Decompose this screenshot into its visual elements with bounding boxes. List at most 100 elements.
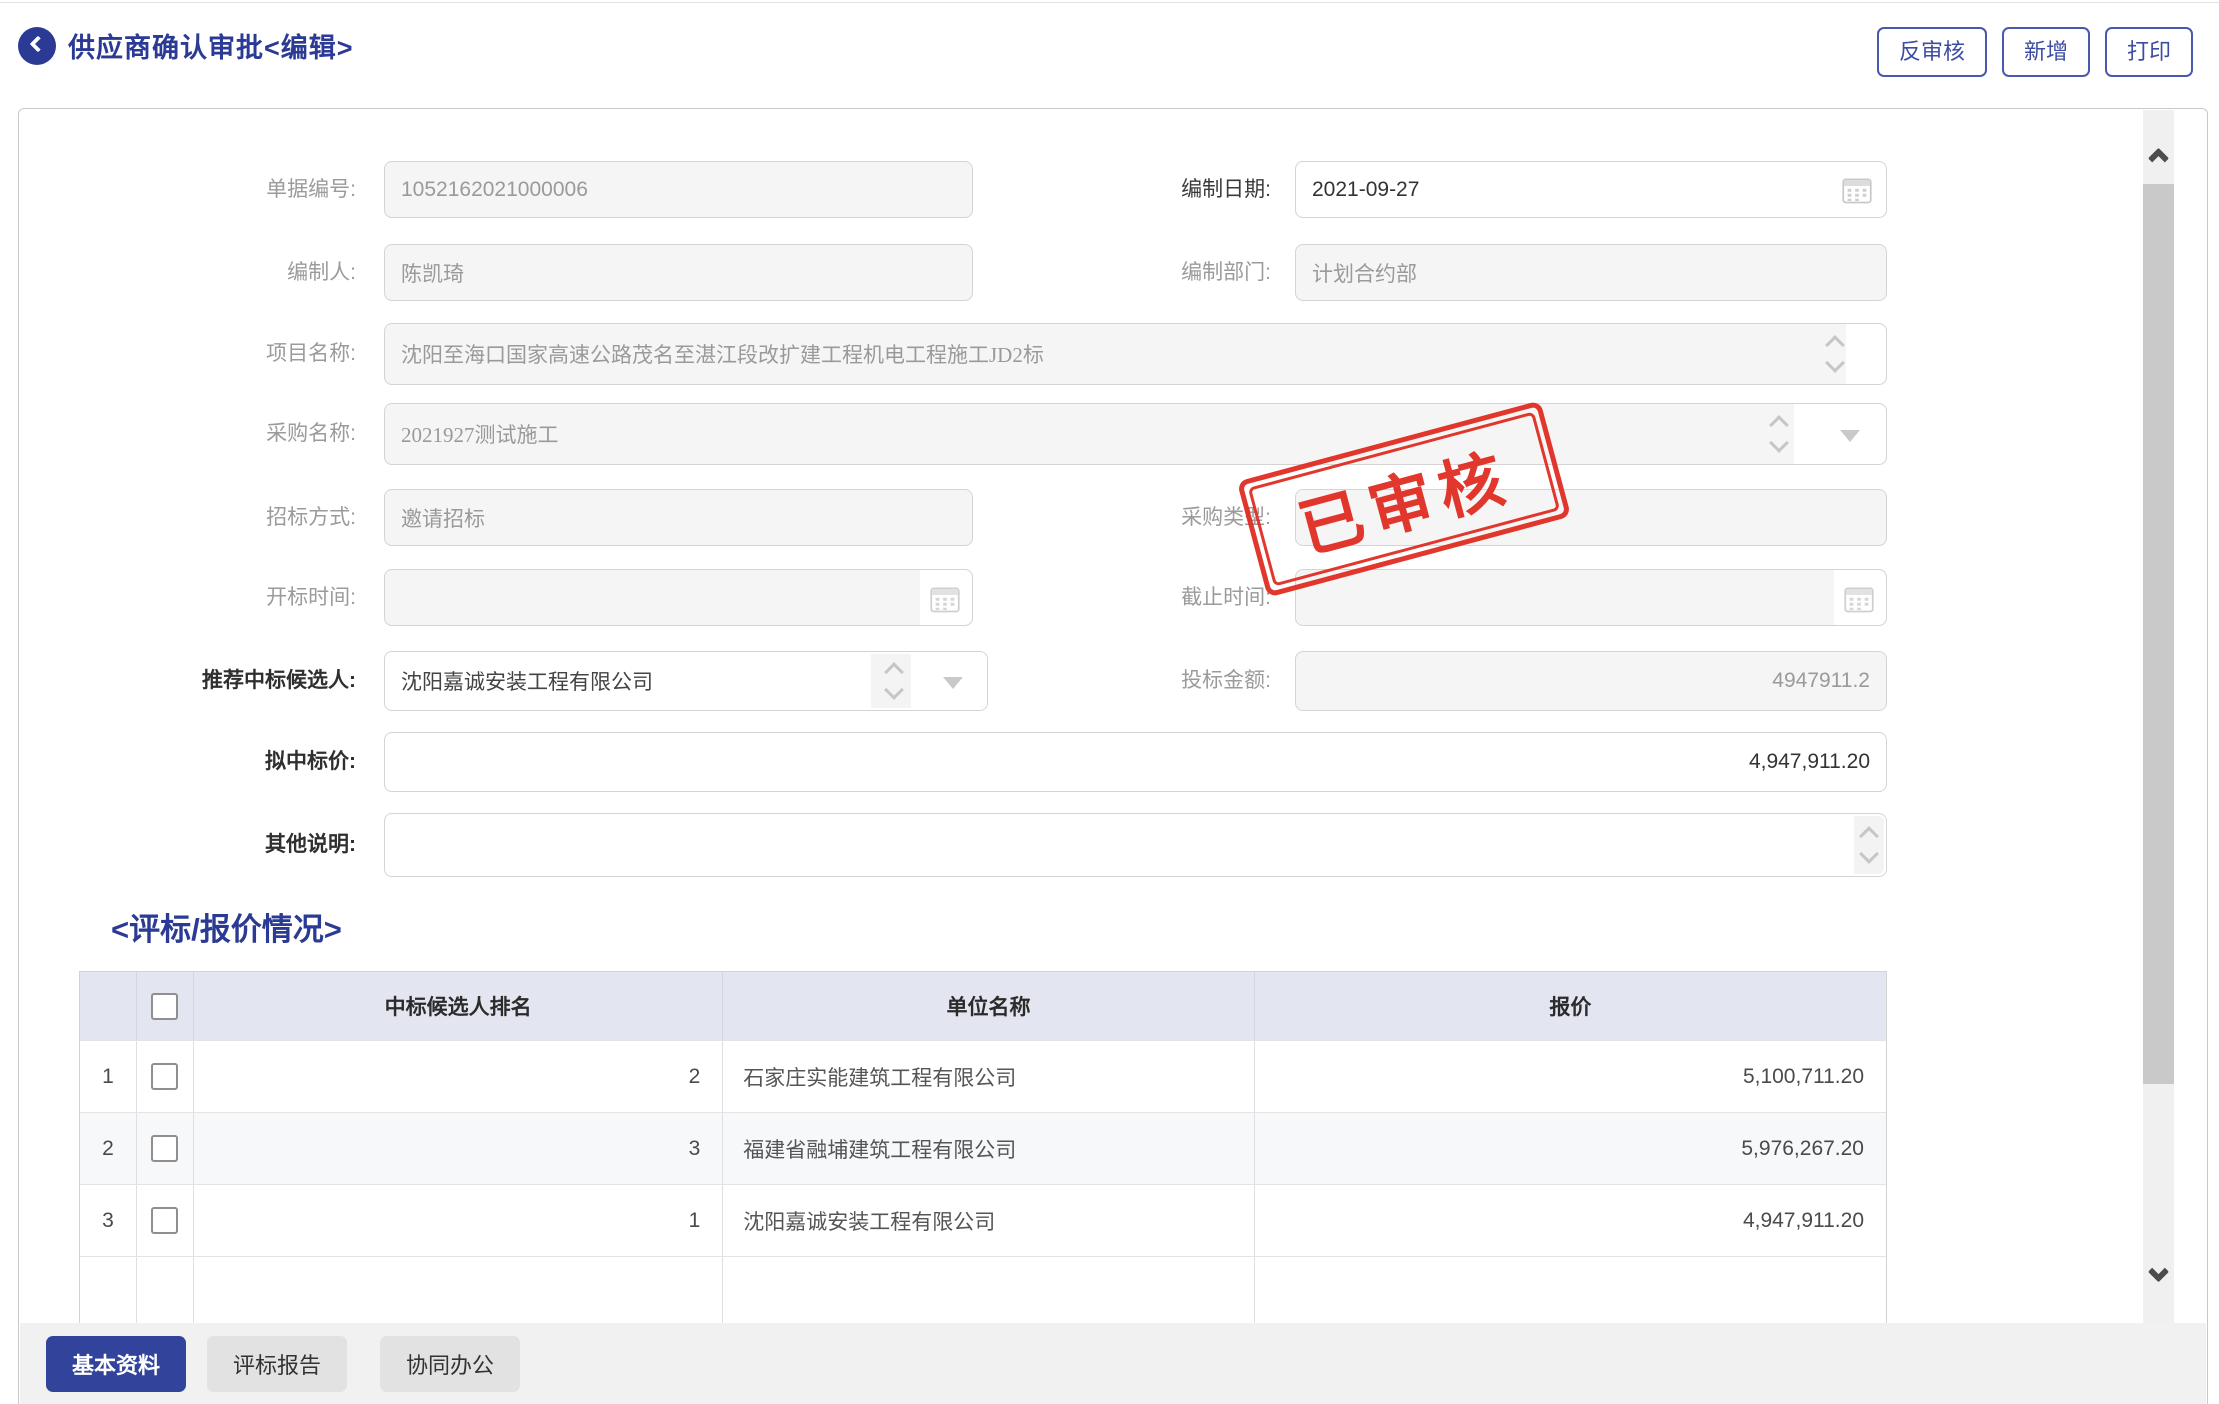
procurement-label: 采购名称: (46, 403, 356, 465)
author-field: 陈凯琦 (384, 244, 973, 301)
project-spinner (1828, 338, 1842, 370)
scrollbar-down-icon (2148, 1261, 2169, 1282)
remark-field[interactable] (384, 813, 1887, 877)
top-divider (0, 2, 2219, 3)
empty-cell (194, 1257, 723, 1324)
dept-field: 计划合约部 (1295, 244, 1887, 301)
table-row: 1 2 石家庄实能建筑工程有限公司 5,100,711.20 (80, 1040, 1886, 1112)
deadline-field (1295, 569, 1887, 626)
project-label: 项目名称: (46, 323, 356, 385)
page-header: 供应商确认审批<编辑> (18, 26, 354, 65)
procurement-value: 2021927测试施工 (401, 419, 559, 449)
bid-method-field: 邀请招标 (384, 489, 973, 546)
empty-cell (80, 1257, 137, 1324)
doc-no-label: 单据编号: (46, 161, 356, 218)
row-checkbox-cell (137, 1041, 194, 1112)
header-rank: 中标候选人排名 (194, 972, 723, 1040)
open-time-field (384, 569, 973, 626)
bid-amount-field: 4947911.2 (1295, 651, 1887, 711)
print-button[interactable]: 打印 (2105, 27, 2193, 77)
row-price: 5,976,267.20 (1255, 1113, 1886, 1184)
bottom-tab-bar: 基本资料 评标报告 协同办公 (20, 1323, 2206, 1404)
row-checkbox[interactable] (151, 1063, 178, 1090)
row-checkbox[interactable] (151, 1207, 178, 1234)
row-price: 5,100,711.20 (1255, 1041, 1886, 1112)
row-checkbox[interactable] (151, 1135, 178, 1162)
scrollbar-down-button[interactable] (2143, 1254, 2174, 1300)
procurement-field: 2021927测试施工 (384, 403, 1887, 465)
table-row: 3 1 沈阳嘉诚安装工程有限公司 4,947,911.20 (80, 1184, 1886, 1256)
project-value: 沈阳至海口国家高速公路茂名至湛江段改扩建工程机电工程施工JD2标 (401, 339, 1044, 369)
deadline-label: 截止时间: (961, 569, 1271, 626)
remark-spinner (1862, 829, 1876, 861)
row-rank: 1 (194, 1185, 723, 1256)
row-company: 福建省融埔建筑工程有限公司 (723, 1113, 1254, 1184)
proposed-price-value: 4,947,911.20 (1749, 750, 1870, 774)
spinner-up-icon (884, 662, 904, 682)
row-rank: 3 (194, 1113, 723, 1184)
empty-cell (723, 1257, 1254, 1324)
calendar-icon (1844, 585, 1874, 613)
form-panel: 单据编号: 1052162021000006 编制日期: 2021-09-27 … (18, 108, 2208, 1404)
row-index: 1 (80, 1041, 137, 1112)
dept-value: 计划合约部 (1312, 258, 1417, 288)
dropdown-arrow-icon[interactable] (943, 677, 963, 699)
toolbar: 反审核 新增 打印 (1877, 27, 2193, 77)
scrollbar-thumb[interactable] (2143, 184, 2174, 1084)
date-label: 编制日期: (961, 161, 1271, 218)
remark-scroll-strip (1854, 816, 1884, 874)
row-checkbox-cell (137, 1185, 194, 1256)
back-button[interactable] (18, 27, 56, 65)
dept-label: 编制部门: (961, 244, 1271, 301)
spinner-down-icon (1825, 353, 1845, 373)
scrollbar-track[interactable] (2143, 110, 2174, 1323)
spinner-down-icon (884, 680, 904, 700)
bid-amount-label: 投标金额: (961, 651, 1271, 711)
header-price: 报价 (1255, 972, 1886, 1040)
candidate-field[interactable]: 沈阳嘉诚安装工程有限公司 (384, 651, 988, 711)
calendar-icon[interactable] (1842, 176, 1872, 204)
tab-evaluation-report[interactable]: 评标报告 (207, 1336, 347, 1392)
row-checkbox-cell (137, 1113, 194, 1184)
empty-cell (1255, 1257, 1886, 1324)
bid-method-label: 招标方式: (46, 489, 356, 546)
row-price: 4,947,911.20 (1255, 1185, 1886, 1256)
unapprove-button[interactable]: 反审核 (1877, 27, 1987, 77)
tab-collaboration[interactable]: 协同办公 (380, 1336, 520, 1392)
section-title: <评标/报价情况> (111, 904, 342, 949)
author-value: 陈凯琦 (401, 258, 464, 288)
header-checkbox-cell (137, 972, 194, 1040)
bid-method-value: 邀请招标 (401, 503, 485, 533)
scrollbar-up-icon (2148, 147, 2169, 168)
header-company: 单位名称 (723, 972, 1254, 1040)
back-icon (30, 35, 47, 52)
new-button[interactable]: 新增 (2002, 27, 2090, 77)
tab-basic-info[interactable]: 基本资料 (46, 1336, 186, 1392)
open-time-label: 开标时间: (46, 569, 356, 626)
procurement-spinner (1772, 418, 1786, 450)
table-row: 2 3 福建省融埔建筑工程有限公司 5,976,267.20 (80, 1112, 1886, 1184)
row-index: 3 (80, 1185, 137, 1256)
table-empty-row (80, 1256, 1886, 1324)
spinner-up-icon (1825, 335, 1845, 355)
scrollbar-up-button[interactable] (2143, 132, 2174, 178)
spinner-down-icon (1769, 433, 1789, 453)
calendar-icon (930, 585, 960, 613)
bid-amount-value: 4947911.2 (1772, 669, 1870, 693)
row-rank: 2 (194, 1041, 723, 1112)
candidate-spinner[interactable] (887, 665, 901, 697)
header-index-cell (80, 972, 137, 1040)
spinner-up-icon (1769, 415, 1789, 435)
proposed-price-label: 拟中标价: (46, 732, 356, 792)
procure-type-label: 采购类型: (961, 489, 1271, 546)
select-all-checkbox[interactable] (151, 993, 178, 1020)
doc-no-field: 1052162021000006 (384, 161, 973, 218)
author-label: 编制人: (46, 244, 356, 301)
date-field[interactable]: 2021-09-27 (1295, 161, 1887, 218)
row-company: 沈阳嘉诚安装工程有限公司 (723, 1185, 1254, 1256)
proposed-price-field[interactable]: 4,947,911.20 (384, 732, 1887, 792)
table-header-row: 中标候选人排名 单位名称 报价 (80, 972, 1886, 1040)
page-title: 供应商确认审批<编辑> (68, 26, 354, 65)
doc-no-value: 1052162021000006 (401, 178, 588, 202)
remark-label: 其他说明: (46, 813, 356, 877)
